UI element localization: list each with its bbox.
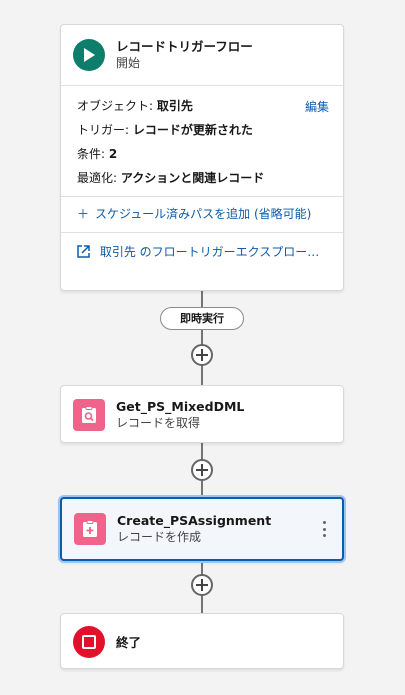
- start-node[interactable]: レコードトリガーフロー 開始 編集 オブジェクト: 取引先 トリガー: レコード…: [60, 24, 344, 291]
- plus-icon: ＋: [77, 207, 90, 221]
- add-scheduled-path-link[interactable]: ＋ スケジュール済みパスを追加 (省略可能): [61, 197, 343, 232]
- edit-link[interactable]: 編集: [305, 95, 329, 119]
- add-scheduled-path-label: スケジュール済みパスを追加 (省略可能): [95, 207, 312, 221]
- plus-icon: [196, 579, 208, 591]
- condition-value: 2: [108, 147, 118, 161]
- condition-row: 条件: 2: [77, 142, 329, 166]
- stop-icon: [73, 626, 105, 658]
- optimization-row: 最適化: アクションと関連レコード: [77, 166, 329, 190]
- end-node[interactable]: 終了: [60, 613, 344, 669]
- add-element-button[interactable]: [191, 459, 213, 481]
- object-row: オブジェクト: 取引先: [77, 94, 329, 118]
- play-icon: [73, 39, 105, 71]
- flow-canvas: レコードトリガーフロー 開始 編集 オブジェクト: 取引先 トリガー: レコード…: [0, 0, 405, 695]
- add-element-button[interactable]: [191, 344, 213, 366]
- external-link-icon: [77, 245, 94, 259]
- create-records-icon: [74, 513, 106, 545]
- trigger-explorer-label: 取引先 のフロートリガーエクスプローラー: [99, 245, 332, 259]
- object-label: オブジェクト:: [77, 99, 154, 113]
- end-node-title: 終了: [116, 634, 142, 650]
- trigger-explorer-link[interactable]: 取引先 のフロートリガーエクスプローラー: [61, 233, 343, 270]
- plus-icon: [196, 349, 208, 361]
- plus-icon: [196, 464, 208, 476]
- trigger-value: レコードが更新された: [132, 123, 253, 137]
- get-records-subtitle: レコードを取得: [116, 416, 201, 430]
- path-label: 即時実行: [160, 307, 244, 330]
- start-node-title: レコードトリガーフロー: [116, 39, 253, 54]
- object-value: 取引先: [156, 99, 193, 113]
- optimization-label: 最適化:: [77, 171, 118, 185]
- get-records-icon: [73, 399, 105, 431]
- trigger-label: トリガー:: [77, 123, 130, 137]
- optimization-value: アクションと関連レコード: [120, 171, 265, 185]
- create-records-title: Create_PSAssignment: [117, 513, 272, 528]
- create-records-subtitle: レコードを作成: [117, 530, 202, 544]
- create-records-node[interactable]: Create_PSAssignment レコードを作成: [60, 497, 344, 561]
- trigger-row: トリガー: レコードが更新された: [77, 118, 329, 142]
- start-node-header: レコードトリガーフロー 開始: [61, 25, 343, 85]
- start-node-subtitle: 開始: [116, 56, 141, 70]
- add-element-button[interactable]: [191, 574, 213, 596]
- start-node-details: 編集 オブジェクト: 取引先 トリガー: レコードが更新された 条件: 2 最適…: [61, 85, 343, 196]
- get-records-title: Get_PS_MixedDML: [116, 399, 245, 414]
- more-options-icon[interactable]: [320, 521, 328, 537]
- condition-label: 条件:: [77, 147, 106, 161]
- get-records-node[interactable]: Get_PS_MixedDML レコードを取得: [60, 385, 344, 443]
